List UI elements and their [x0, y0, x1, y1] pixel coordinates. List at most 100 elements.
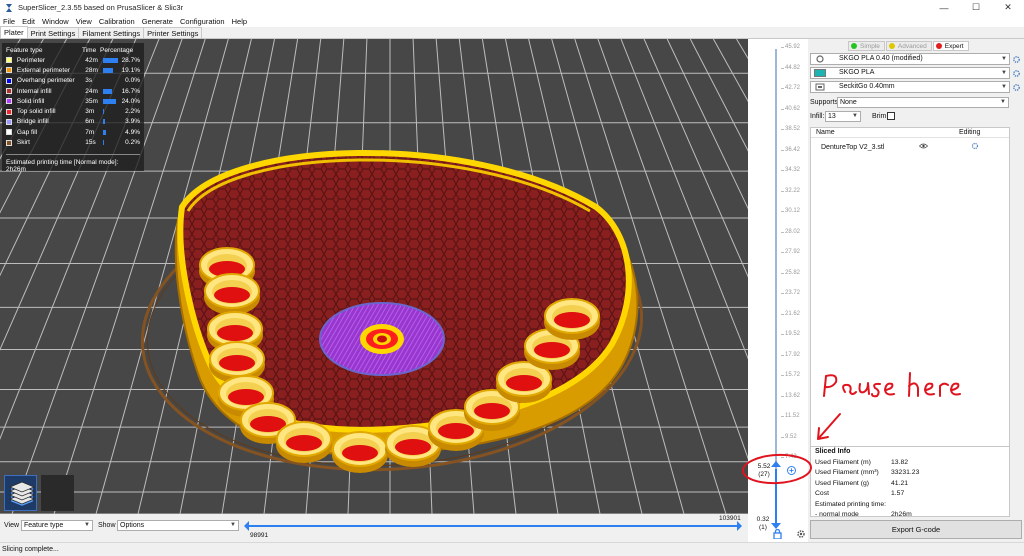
- tab-print-settings[interactable]: Print Settings: [26, 27, 80, 38]
- mode-expert-button[interactable]: Expert: [932, 41, 969, 51]
- view-type-select[interactable]: Feature type ▼: [21, 520, 93, 531]
- legend-bar: [102, 88, 119, 94]
- layer-tick-mark: [781, 354, 784, 356]
- layer-tick-label: 9.52: [785, 433, 797, 440]
- legend-time: 35m: [85, 97, 98, 105]
- sliced-info-row: Used Filament (m) 13.82: [815, 457, 1005, 468]
- infill-select[interactable]: 13 ▼: [825, 111, 861, 122]
- eye-icon[interactable]: [918, 143, 971, 151]
- legend-swatch: [6, 67, 12, 74]
- brim-checkbox[interactable]: [887, 112, 895, 120]
- slider-left-handle[interactable]: [244, 521, 249, 531]
- infill-label: Infill:: [810, 113, 825, 120]
- legend-swatch: [6, 77, 12, 84]
- h-slider-min-value: 98991: [250, 532, 269, 539]
- legend-row: Gap fill 7m 4.9%: [6, 127, 140, 137]
- mode-simple-label: Simple: [860, 42, 880, 50]
- layer-tick-label: 40.62: [785, 105, 801, 112]
- filament-color-swatch[interactable]: [814, 69, 826, 77]
- 3d-preview-viewport[interactable]: Feature type Time Percentage Perimeter 42…: [0, 39, 748, 514]
- lock-icon[interactable]: [773, 528, 782, 540]
- layer-tick-label: 7.42: [785, 454, 797, 460]
- minimize-button[interactable]: —: [928, 0, 960, 15]
- layer-tick-label: 30.12: [785, 208, 801, 214]
- layer-tick-mark: [781, 108, 784, 110]
- legend-row: Skirt 15s 0.2%: [6, 137, 140, 147]
- add-pause-plus-icon[interactable]: +: [787, 466, 796, 475]
- menu-file[interactable]: File: [3, 17, 15, 26]
- legend-feature-name: Top solid infill: [16, 108, 56, 116]
- layer-tick-mark: [781, 170, 784, 171]
- legend-time: 3s: [85, 77, 93, 85]
- legend-percentage: 2.2%: [125, 108, 140, 116]
- sliced-info-row: Used Filament (mm³) 33231.23: [815, 468, 1005, 479]
- supports-label: Supports:: [810, 99, 840, 106]
- layer-tick-label: 11.52: [785, 413, 800, 419]
- title-bar: SuperSlicer_2.3.55 based on PrusaSlicer …: [0, 0, 1024, 15]
- legend-swatch: [6, 129, 12, 136]
- sliced-info-key: Used Filament (g): [815, 479, 870, 487]
- layer-tick-mark: [781, 67, 784, 69]
- close-button[interactable]: ✕: [992, 0, 1024, 15]
- layer-tick-mark: [781, 375, 784, 376]
- legend-feature-name: Gap fill: [16, 128, 38, 136]
- view-mode-icons: [4, 475, 78, 511]
- printer-preset-select[interactable]: SeckitGo 0.40mm ▼: [810, 81, 1010, 93]
- object-row[interactable]: DentureTop V2_3.stl: [811, 141, 1009, 153]
- sliced-info-value: 41.21: [891, 479, 909, 487]
- legend-feature-name: Bridge infill: [16, 118, 49, 126]
- top-layer-readout: 5.52 (27): [753, 463, 775, 479]
- bottom-layer-number: (1): [759, 524, 767, 531]
- legend-bar: [102, 57, 119, 63]
- settings-sidebar: Simple Advanced Expert SKGO PLA 0.40 (mo…: [808, 39, 1024, 542]
- printer-preset-row: SeckitGo 0.40mm ▼: [810, 81, 1021, 93]
- layers-preview-icon[interactable]: [8, 475, 74, 511]
- gear-icon[interactable]: [1012, 83, 1021, 92]
- mode-advanced-button[interactable]: Advanced: [885, 41, 932, 51]
- printer-preset-value: SeckitGo 0.40mm: [839, 83, 895, 90]
- show-options-select[interactable]: Options ▼: [117, 520, 239, 531]
- layer-tick-label: 45.92: [785, 44, 801, 50]
- tab-filament-settings[interactable]: Filament Settings: [78, 27, 145, 38]
- horizontal-move-slider[interactable]: [244, 521, 742, 531]
- legend-bar: [102, 119, 119, 125]
- mode-simple-button[interactable]: Simple: [848, 41, 885, 51]
- menu-edit[interactable]: Edit: [22, 17, 35, 26]
- edit-settings-icon[interactable]: [971, 142, 979, 152]
- maximize-button[interactable]: ☐: [960, 0, 992, 15]
- slider-right-handle[interactable]: [737, 521, 742, 531]
- printer-icon: [815, 83, 825, 91]
- filament-preset-select[interactable]: SKGO PLA ▼: [810, 67, 1010, 79]
- tab-printer-settings[interactable]: Printer Settings: [143, 27, 203, 38]
- supports-select[interactable]: None ▼: [837, 97, 1009, 108]
- layer-tick-label: 34.32: [785, 167, 801, 173]
- gear-icon[interactable]: [796, 529, 806, 539]
- menu-generate[interactable]: Generate: [142, 17, 173, 26]
- menu-view[interactable]: View: [76, 17, 92, 26]
- sliced-info-key: Used Filament (mm³): [815, 469, 879, 477]
- legend-time: 28m: [85, 66, 98, 74]
- print-preset-row: SKGO PLA 0.40 (modified) ▼: [810, 53, 1021, 65]
- tooth-socket: [544, 298, 600, 340]
- menu-help[interactable]: Help: [232, 17, 247, 26]
- sliced-info-value: 1.57: [891, 490, 905, 498]
- legend-time: 7m: [85, 128, 95, 136]
- menu-calibration[interactable]: Calibration: [99, 17, 135, 26]
- sliced-info-value: 13.82: [891, 458, 909, 466]
- print-preset-select[interactable]: SKGO PLA 0.40 (modified) ▼: [810, 53, 1010, 65]
- layer-slider-panel: 45.92 44.82 42.72 40.62 38.52 36.42 34.32 32.22…: [748, 39, 808, 542]
- yellow-dot-icon: [888, 43, 895, 49]
- legend-row: Bridge infill 6m 3.9%: [6, 117, 140, 127]
- gear-icon[interactable]: [1012, 69, 1021, 78]
- tab-plater[interactable]: Plater: [0, 26, 28, 38]
- layer-tick-label: 27.92: [785, 249, 801, 255]
- chevron-down-icon: ▼: [852, 113, 858, 119]
- legend-percentage: 3.9%: [125, 118, 140, 126]
- menu-window[interactable]: Window: [42, 17, 69, 26]
- menu-configuration[interactable]: Configuration: [180, 17, 225, 26]
- legend-estimated-time: Estimated printing time [Normal mode]: 2…: [6, 153, 140, 173]
- layer-tick-mark: [781, 436, 784, 438]
- export-gcode-button[interactable]: Export G-code: [810, 520, 1022, 539]
- feature-type-legend: Feature type Time Percentage Perimeter 42…: [2, 43, 144, 173]
- gear-icon[interactable]: [1012, 55, 1021, 64]
